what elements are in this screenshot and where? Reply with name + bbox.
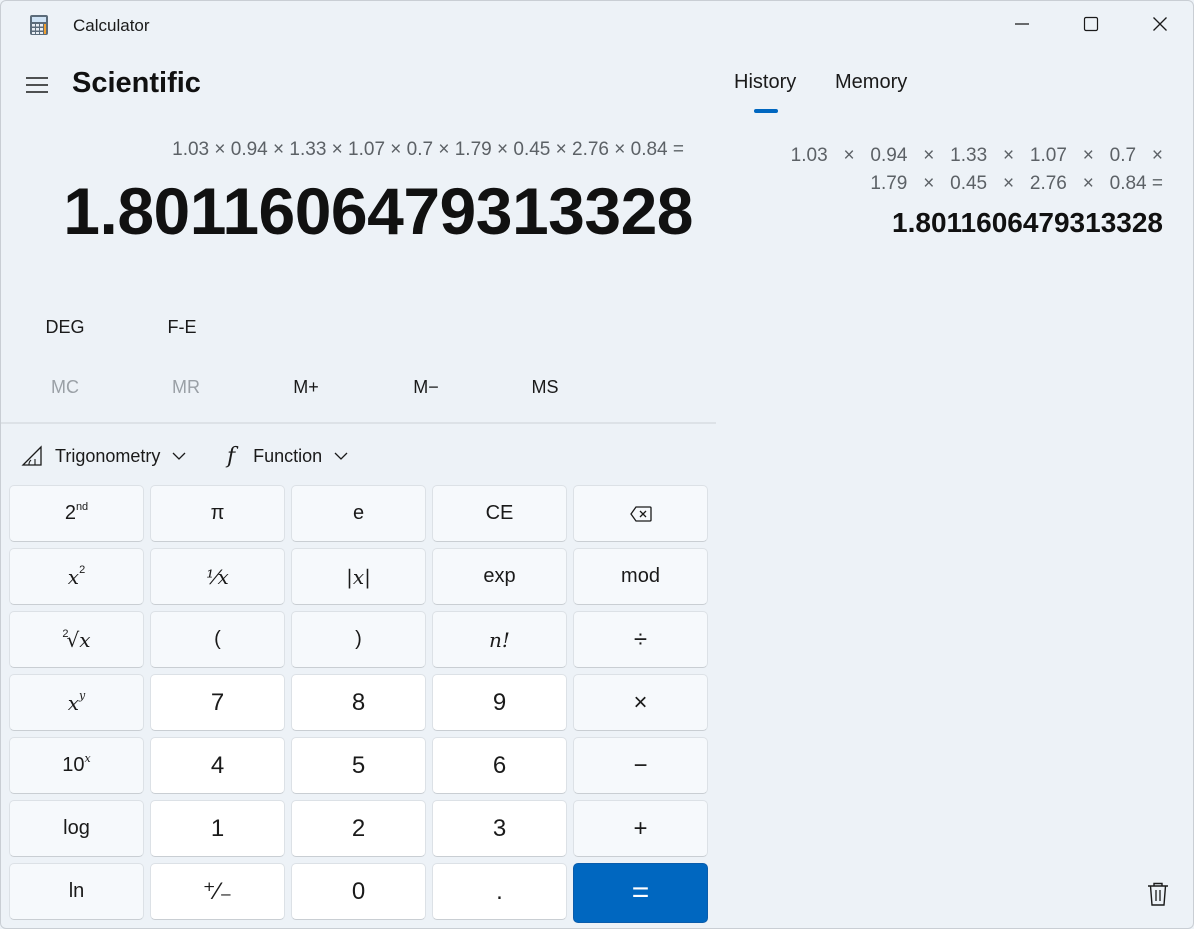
trigonometry-label: Trigonometry bbox=[55, 445, 161, 466]
square-button[interactable]: x2 bbox=[9, 548, 144, 605]
fe-button[interactable]: F-E bbox=[142, 307, 222, 347]
digit-9-button[interactable]: 9 bbox=[432, 674, 567, 731]
memory-recall-button[interactable]: MR bbox=[146, 367, 226, 407]
memory-subtract-button[interactable]: M− bbox=[386, 367, 466, 407]
absolute-label: |x| bbox=[346, 564, 371, 589]
reciprocal-button[interactable]: ⅟x bbox=[150, 548, 285, 605]
power-button[interactable]: xy bbox=[9, 674, 144, 731]
digit-7-button[interactable]: 7 bbox=[150, 674, 285, 731]
calculator-icon bbox=[30, 15, 48, 35]
trash-icon[interactable] bbox=[1146, 881, 1170, 907]
minimize-button[interactable] bbox=[988, 1, 1056, 47]
calculator-window: Calculator Scientific 1.03 × 0.94 × 1.33… bbox=[0, 0, 1194, 929]
exp-button[interactable]: exp bbox=[432, 548, 567, 605]
close-icon bbox=[1153, 17, 1167, 31]
result-display: 1.8011606479313328 bbox=[63, 174, 693, 248]
ten-sup: x bbox=[84, 752, 91, 765]
square-root-button[interactable]: 2 √x bbox=[9, 611, 144, 668]
second-button[interactable]: 2nd bbox=[9, 485, 144, 542]
digit-5-button[interactable]: 5 bbox=[291, 737, 426, 794]
decimal-button[interactable]: . bbox=[432, 863, 567, 920]
mode-title: Scientific bbox=[72, 67, 201, 99]
backspace-icon bbox=[629, 505, 652, 522]
subtract-button[interactable]: − bbox=[573, 737, 708, 794]
angle-unit-button[interactable]: DEG bbox=[25, 307, 105, 347]
x-label: x bbox=[67, 690, 80, 715]
ln-button[interactable]: ln bbox=[9, 863, 144, 920]
history-expression-line-1: 1.03 × 0.94 × 1.33 × 1.07 × 0.7 × bbox=[790, 145, 1163, 166]
second-sup: nd bbox=[75, 500, 89, 513]
maximize-icon bbox=[1083, 16, 1099, 32]
expression-display: 1.03 × 0.94 × 1.33 × 1.07 × 0.7 × 1.79 ×… bbox=[172, 139, 684, 160]
power-sup: y bbox=[79, 689, 86, 702]
memory-store-button[interactable]: MS bbox=[505, 367, 585, 407]
digit-8-button[interactable]: 8 bbox=[291, 674, 426, 731]
root-index: 2 bbox=[62, 627, 69, 640]
add-button[interactable]: + bbox=[573, 800, 708, 857]
digit-0-button[interactable]: 0 bbox=[291, 863, 426, 920]
second-label: 2 bbox=[64, 502, 76, 524]
tab-history[interactable]: History bbox=[734, 71, 796, 94]
digit-2-button[interactable]: 2 bbox=[291, 800, 426, 857]
equals-button[interactable]: = bbox=[573, 863, 708, 923]
pi-button[interactable]: π bbox=[150, 485, 285, 542]
divider bbox=[1, 422, 716, 424]
root-label: √x bbox=[66, 627, 91, 652]
close-button[interactable] bbox=[1126, 1, 1193, 47]
backspace-button[interactable] bbox=[573, 485, 708, 542]
open-paren-button[interactable]: ( bbox=[150, 611, 285, 668]
digit-1-button[interactable]: 1 bbox=[150, 800, 285, 857]
mod-button[interactable]: mod bbox=[573, 548, 708, 605]
negate-button[interactable]: ⁺∕₋ bbox=[150, 863, 285, 920]
log-button[interactable]: log bbox=[9, 800, 144, 857]
e-button[interactable]: e bbox=[291, 485, 426, 542]
active-tab-indicator bbox=[754, 109, 778, 113]
factorial-label: n! bbox=[489, 627, 510, 652]
absolute-button[interactable]: |x| bbox=[291, 548, 426, 605]
chevron-down-icon bbox=[334, 452, 348, 460]
factorial-button[interactable]: n! bbox=[432, 611, 567, 668]
reciprocal-label: ⅟x bbox=[206, 564, 229, 589]
memory-add-button[interactable]: M+ bbox=[266, 367, 346, 407]
digit-6-button[interactable]: 6 bbox=[432, 737, 567, 794]
function-glyph-icon: f bbox=[227, 443, 236, 469]
multiply-button[interactable]: × bbox=[573, 674, 708, 731]
minimize-icon bbox=[1015, 23, 1029, 25]
x-label: x bbox=[67, 564, 80, 589]
history-result: 1.8011606479313328 bbox=[892, 207, 1163, 238]
triangle-ruler-icon bbox=[21, 445, 42, 466]
window-title: Calculator bbox=[73, 16, 150, 35]
close-paren-button[interactable]: ) bbox=[291, 611, 426, 668]
ten-power-button[interactable]: 10 x bbox=[9, 737, 144, 794]
hamburger-icon[interactable] bbox=[25, 75, 49, 95]
tab-memory[interactable]: Memory bbox=[835, 71, 907, 94]
history-expression-line-2: 1.79 × 0.45 × 2.76 × 0.84 = bbox=[870, 173, 1163, 194]
divide-button[interactable]: ÷ bbox=[573, 611, 708, 668]
square-sup: 2 bbox=[79, 563, 86, 576]
digit-3-button[interactable]: 3 bbox=[432, 800, 567, 857]
digit-4-button[interactable]: 4 bbox=[150, 737, 285, 794]
function-label: Function bbox=[253, 445, 323, 466]
ten-label: 10 bbox=[62, 754, 85, 776]
trigonometry-dropdown[interactable]: Trigonometry bbox=[21, 441, 186, 471]
memory-clear-button[interactable]: MC bbox=[25, 367, 105, 407]
chevron-down-icon bbox=[172, 452, 186, 460]
maximize-button[interactable] bbox=[1057, 1, 1125, 47]
clear-entry-button[interactable]: CE bbox=[432, 485, 567, 542]
function-dropdown[interactable]: f Function bbox=[227, 441, 348, 471]
title-bar: Calculator bbox=[1, 1, 1193, 49]
